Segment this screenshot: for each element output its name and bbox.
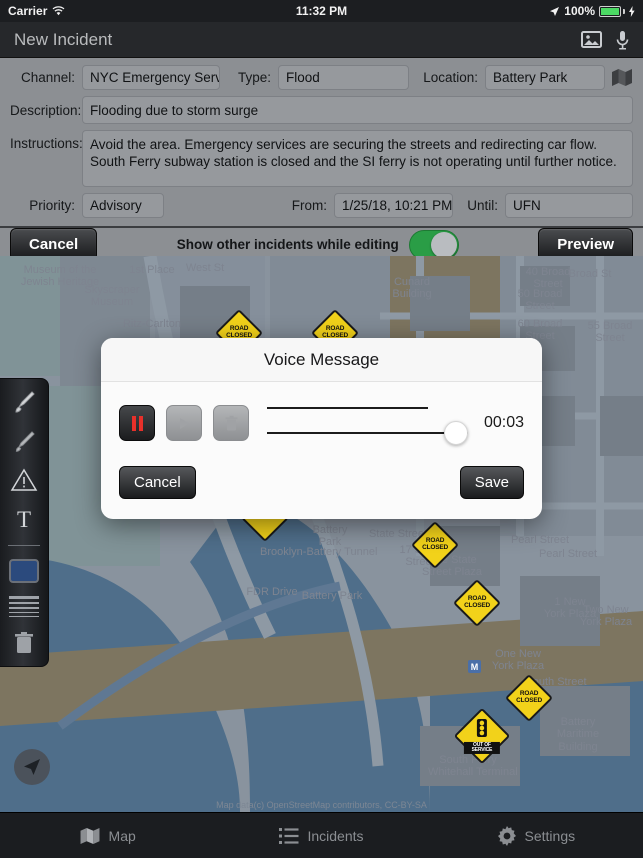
- status-bar: Carrier 11:32 PM 100%: [0, 0, 643, 22]
- instructions-row: Instructions: Avoid the area. Emergency …: [10, 130, 633, 187]
- status-bar-right: 100%: [549, 4, 635, 18]
- channel-label: Channel:: [20, 70, 75, 85]
- from-field[interactable]: 1/25/18, 10:21 PM: [334, 193, 453, 218]
- dialog-footer: Cancel Save: [101, 446, 542, 519]
- recording-scrubber[interactable]: [267, 400, 468, 446]
- page-title: New Incident: [14, 29, 113, 49]
- app-root: Carrier 11:32 PM 100% New Incident Chann…: [0, 0, 643, 858]
- pause-recording-button[interactable]: [119, 405, 155, 441]
- nav-bar: New Incident: [0, 22, 643, 58]
- until-label: Until:: [467, 198, 498, 213]
- type-label: Type:: [237, 70, 271, 85]
- until-field[interactable]: UFN: [505, 193, 633, 218]
- status-bar-left: Carrier: [8, 4, 65, 18]
- delete-recording-button[interactable]: [213, 405, 249, 441]
- list-icon: [279, 827, 299, 844]
- charging-bolt-icon: [629, 5, 635, 17]
- description-label: Description:: [10, 102, 82, 118]
- tab-bar: Map Incidents Settings: [0, 812, 643, 858]
- priority-label: Priority:: [29, 198, 75, 213]
- status-bar-clock: 11:32 PM: [295, 4, 348, 18]
- dialog-cancel-button[interactable]: Cancel: [119, 466, 196, 499]
- battery-full-icon: [599, 5, 621, 17]
- description-row: Description: Flooding due to storm surge: [10, 96, 633, 124]
- tab-incidents[interactable]: Incidents: [214, 827, 428, 844]
- location-field[interactable]: Battery Park: [485, 65, 605, 90]
- tab-map-label: Map: [108, 827, 136, 844]
- waveform-line: [267, 407, 428, 409]
- type-field[interactable]: Flood: [278, 65, 409, 90]
- instructions-field[interactable]: Avoid the area. Emergency services are s…: [82, 130, 633, 187]
- dialog-title: Voice Message: [101, 338, 542, 382]
- tab-settings[interactable]: Settings: [429, 825, 643, 846]
- show-other-incidents-control: Show other incidents while editing: [176, 229, 459, 260]
- carrier-label: Carrier: [8, 4, 48, 18]
- show-other-incidents-toggle[interactable]: [408, 229, 459, 260]
- dialog-body: 00:03: [101, 382, 542, 446]
- from-label: From:: [291, 198, 327, 213]
- incident-form: Channel: NYC Emergency Serv... Type: Flo…: [0, 58, 643, 228]
- description-field[interactable]: Flooding due to storm surge: [82, 96, 633, 124]
- tab-map[interactable]: Map: [0, 827, 214, 845]
- nav-bar-actions: [581, 30, 629, 50]
- dialog-save-button[interactable]: Save: [459, 466, 524, 499]
- microphone-icon[interactable]: [616, 30, 629, 50]
- recording-duration: 00:03: [483, 414, 524, 431]
- photo-icon[interactable]: [581, 31, 602, 48]
- scrubber-thumb[interactable]: [443, 421, 468, 445]
- priority-field[interactable]: Advisory: [82, 193, 164, 218]
- voice-message-dialog: Voice Message 00:03 Cancel Save: [101, 338, 542, 519]
- show-other-incidents-label: Show other incidents while editing: [176, 237, 399, 252]
- instructions-label: Instructions:: [10, 136, 83, 151]
- map-icon: [80, 827, 100, 844]
- battery-percent-label: 100%: [564, 4, 595, 18]
- wifi-icon: [52, 6, 65, 16]
- location-label: Location:: [423, 70, 478, 85]
- map-picker-icon[interactable]: [611, 68, 633, 87]
- play-button[interactable]: [166, 405, 202, 441]
- location-arrow-icon: [550, 6, 560, 16]
- channel-type-location-row: Channel: NYC Emergency Serv... Type: Flo…: [10, 65, 633, 90]
- tab-settings-label: Settings: [524, 827, 576, 844]
- transport-controls: [119, 405, 249, 441]
- channel-field[interactable]: NYC Emergency Serv...: [82, 65, 220, 90]
- scrubber-track[interactable]: [267, 432, 468, 434]
- gear-icon: [497, 825, 516, 846]
- priority-dates-row: Priority: Advisory From: 1/25/18, 10:21 …: [10, 193, 633, 218]
- tab-incidents-label: Incidents: [307, 827, 364, 844]
